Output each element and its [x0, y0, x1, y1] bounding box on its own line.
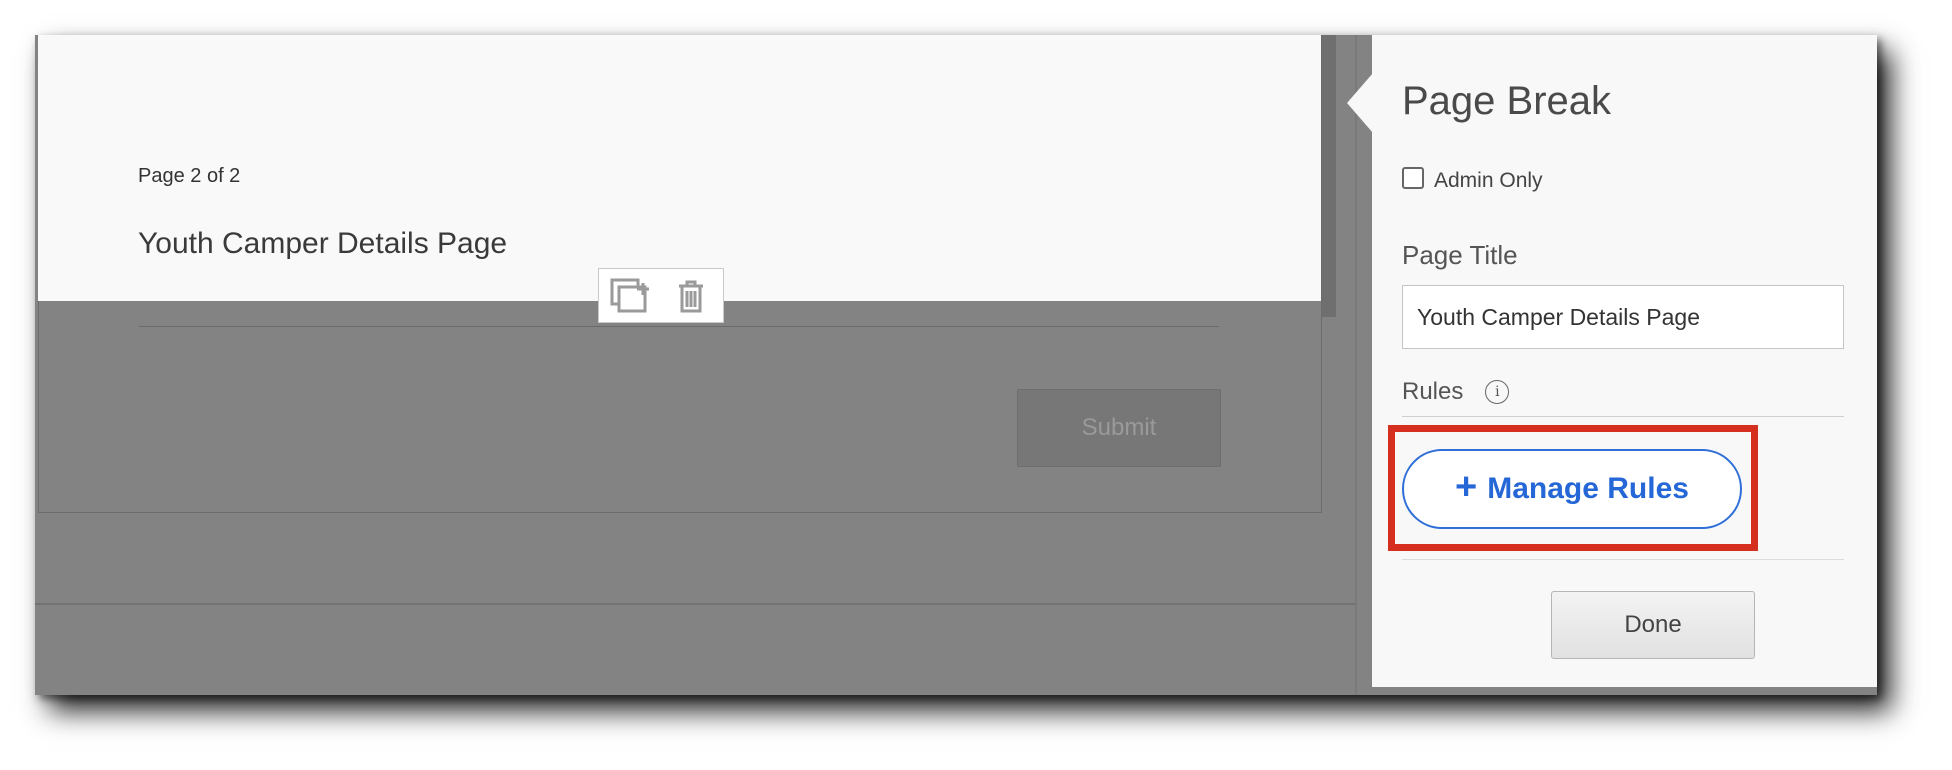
plus-icon: + [1455, 466, 1478, 508]
page-heading: Youth Camper Details Page [138, 227, 508, 260]
panel-pointer [1347, 73, 1373, 133]
rules-header: Rules i [1402, 378, 1510, 406]
card-toolbar [598, 268, 724, 323]
manage-rules-label: Manage Rules [1487, 472, 1689, 505]
panel-gutter [1355, 35, 1357, 695]
info-icon[interactable]: i [1485, 380, 1510, 404]
manage-rules-button[interactable]: + Manage Rules [1402, 449, 1742, 529]
duplicate-icon[interactable] [610, 275, 652, 317]
admin-only-label: Admin Only [1434, 169, 1543, 192]
page-title-input[interactable] [1402, 285, 1844, 349]
panel-footer-divider [1402, 559, 1844, 560]
panel-title: Page Break [1402, 79, 1612, 123]
page-break-card[interactable]: Page 2 of 2 Youth Camper Details Page [38, 35, 1322, 301]
page-break-settings-panel: Page Break Admin Only Page Title Rules i… [1372, 35, 1877, 687]
rules-label: Rules [1402, 378, 1464, 405]
admin-only-checkbox[interactable] [1402, 167, 1424, 189]
form-divider [139, 326, 1219, 327]
screenshot-frame: Submit Page 2 of 2 Youth Camper Details … [35, 35, 1877, 695]
rules-divider [1402, 416, 1844, 417]
done-button[interactable]: Done [1551, 591, 1755, 659]
canvas-divider [35, 603, 1355, 605]
page-count: Page 2 of 2 [138, 165, 241, 187]
page-title-label: Page Title [1402, 240, 1518, 270]
card-shadow [1322, 35, 1336, 317]
trash-icon[interactable] [670, 275, 712, 317]
submit-button[interactable]: Submit [1017, 389, 1221, 467]
admin-only-option[interactable]: Admin Only [1402, 163, 1543, 193]
